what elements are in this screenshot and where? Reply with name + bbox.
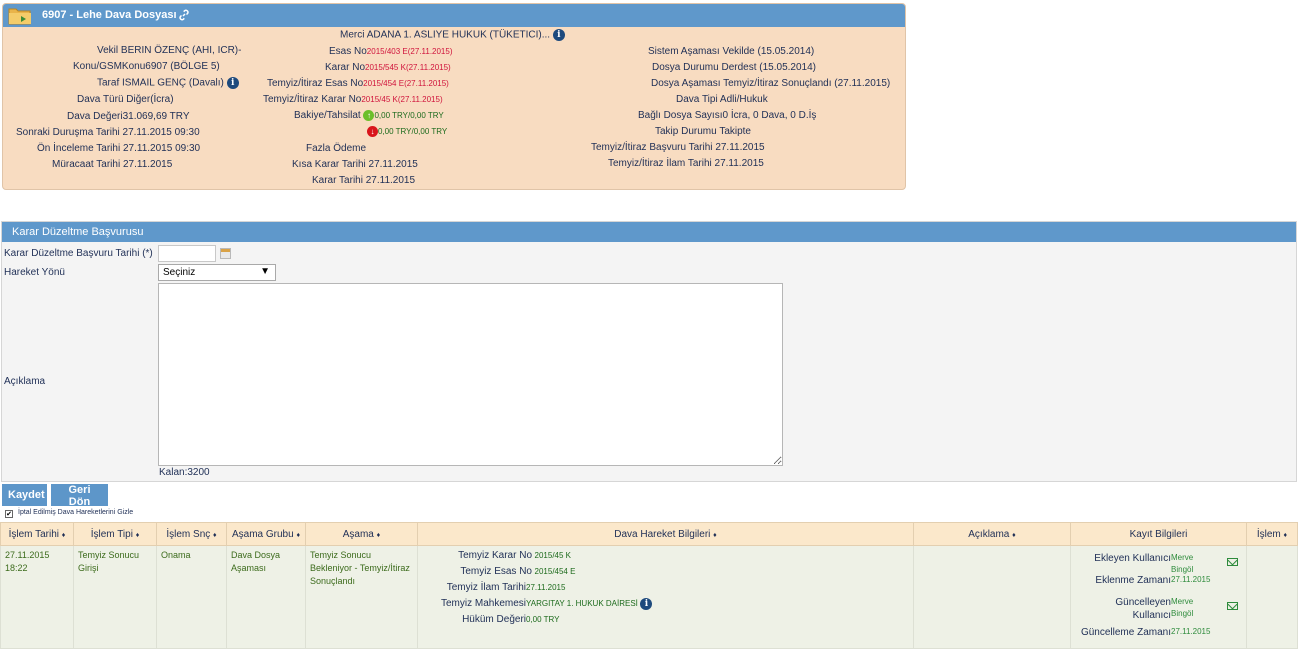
kayit-guncelleyen: Güncelleyen Kullanıcı Merve Bingöl — [1071, 596, 1246, 621]
field-kisa-karar: Kısa Karar Tarihi 27.11.2015 — [292, 159, 418, 170]
mail-icon[interactable] — [1227, 558, 1238, 566]
col-dava-hareket[interactable]: Dava Hareket Bilgileri ♦ — [417, 522, 914, 546]
kayit-ekleyen: Ekleyen Kullanıcı Merve Bingöl — [1071, 552, 1246, 574]
col-asama[interactable]: Aşama ♦ — [305, 522, 418, 546]
hide-cancelled-checkbox[interactable]: ✔ — [5, 510, 13, 518]
field-dava-turu: Dava Türü Diğer(İcra) — [77, 94, 174, 105]
field-sonraki-durusma: Sonraki Duruşma Tarihi 27.11.2015 09:30 — [16, 127, 200, 138]
hareket-temyiz-ilam: Temyiz İlam Tarihi27.11.2015 — [446, 582, 566, 593]
case-header: 6907 - Lehe Dava Dosyası — [3, 4, 905, 27]
info-icon[interactable]: i — [552, 29, 565, 41]
cell-dava-hareket: Temyiz Karar No 2015/45 K Temyiz Esas No… — [417, 545, 914, 649]
hareket-temyiz-karar: Temyiz Karar No 2015/45 K — [458, 550, 571, 561]
field-temyiz-basvuru: Temyiz/İtiraz Başvuru Tarihi 27.11.2015 — [591, 142, 765, 153]
folder-icon — [8, 8, 31, 25]
hareket-temyiz-esas: Temyiz Esas No 2015/454 E — [460, 566, 576, 577]
kayit-eklenme: Eklenme Zamanı 27.11.2015 — [1095, 575, 1211, 586]
description-textarea[interactable] — [158, 283, 783, 466]
table-row[interactable]: 27.11.2015 18:22 Temyiz Sonucu Girişi On… — [0, 545, 1298, 649]
save-button[interactable]: Kaydet — [2, 484, 47, 506]
field-on-inceleme: Ön İnceleme Tarihi 27.11.2015 09:30 — [37, 143, 201, 154]
cell-asama-grubu: Dava Dosya Aşaması — [226, 545, 306, 649]
field-bagli-dosya: Bağlı Dosya Sayısı0 İcra, 0 Dava, 0 D.İş — [638, 110, 817, 121]
cell-asama: Temyiz Sonucu Bekleniyor - Temyiz/İtiraz… — [305, 545, 418, 649]
col-islem-snc[interactable]: İşlem Snç ♦ — [156, 522, 227, 546]
col-islem[interactable]: İşlem ♦ — [1246, 522, 1298, 546]
direction-select[interactable]: Seçiniz ▼ — [158, 264, 276, 281]
cell-islem-snc: Onama — [156, 545, 227, 649]
field-dosya-asamasi: Dosya Aşaması Temyiz/İtiraz Sonuçlandı (… — [651, 78, 891, 89]
kayit-guncelleme: Güncelleme Zamanı 27.11.2015 — [1080, 627, 1211, 638]
field-dava-degeri: Dava Değeri31.069,69 TRY — [67, 111, 190, 122]
col-aciklama[interactable]: Açıklama ♦ — [913, 522, 1071, 546]
field-dava-tipi: Dava Tipi Adli/Hukuk — [676, 94, 768, 105]
date-input[interactable] — [158, 245, 216, 262]
field-temyiz-ilam: Temyiz/İtiraz İlam Tarihi 27.11.2015 — [608, 158, 764, 169]
field-dosya-durumu: Dosya Durumu Derdest (15.05.2014) — [652, 62, 816, 73]
col-islem-tarihi[interactable]: İşlem Tarihi ♦ — [0, 522, 74, 546]
field-sistem-asamasi: Sistem Aşaması Vekilde (15.05.2014) — [648, 46, 815, 57]
cell-kayit-bilgileri: Ekleyen Kullanıcı Merve Bingöl Eklenme Z… — [1070, 545, 1247, 649]
form-header: Karar Düzeltme Başvurusu — [2, 222, 1296, 242]
info-icon[interactable]: i — [226, 77, 239, 89]
hareket-hukum-degeri: Hüküm Değeri0,00 TRY — [462, 614, 560, 625]
col-kayit-bilgileri[interactable]: Kayıt Bilgileri — [1070, 522, 1247, 546]
down-arrow-icon: ↓ — [367, 126, 378, 137]
field-takip-durumu: Takip Durumu Takipte — [655, 126, 751, 137]
description-label: Açıklama — [4, 376, 46, 387]
hide-cancelled-label: İptal Edilmiş Dava Hareketlerini Gizle — [18, 509, 134, 516]
mail-icon[interactable] — [1227, 602, 1238, 610]
case-file-panel: 6907 - Lehe Dava Dosyası Vekil BERIN ÖZE… — [2, 3, 906, 190]
cell-islem-tarihi: 27.11.2015 18:22 — [0, 545, 74, 649]
field-bakiye: Bakiye/Tahsilat ↑ 0,00 TRY/0,00 TRY — [294, 110, 444, 122]
field-taraf: Taraf ISMAIL GENÇ (Davalı) i — [97, 77, 239, 89]
col-islem-tipi[interactable]: İşlem Tipi ♦ — [73, 522, 157, 546]
dava-hareket-table: İşlem Tarihi ♦ İşlem Tipi ♦ İşlem Snç ♦ … — [0, 522, 1298, 649]
field-karar-tarihi: Karar Tarihi 27.11.2015 — [312, 175, 416, 186]
col-asama-grubu[interactable]: Aşama Grubu ♦ — [226, 522, 306, 546]
cell-aciklama — [913, 545, 1071, 649]
field-bakiye-2: ↓ 0,00 TRY/0,00 TRY — [367, 126, 447, 137]
field-temyiz-karar: Temyiz/İtiraz Karar No2015/45 K(27.11.20… — [263, 94, 443, 105]
direction-selected: Seçiniz — [163, 267, 196, 278]
case-title: 6907 - Lehe Dava Dosyası — [42, 9, 177, 21]
field-fazla-odeme: Fazla Ödeme — [306, 143, 367, 154]
date-label: Karar Düzeltme Başvuru Tarihi (*) — [4, 248, 153, 259]
back-button[interactable]: Geri Dön — [51, 484, 108, 508]
field-esas-no: Esas No2015/403 E(27.11.2015) — [329, 46, 453, 57]
hareket-temyiz-mahkeme: Temyiz MahkemesiYARGITAY 1. HUKUK DAİRES… — [438, 597, 909, 613]
field-vekil: Vekil BERIN ÖZENÇ (AHI, ICR)- — [97, 45, 242, 56]
field-konu: Konu/GSMKonu6907 (BÖLGE 5) — [73, 61, 220, 72]
direction-label: Hareket Yönü — [4, 267, 65, 278]
up-arrow-icon: ↑ — [363, 110, 375, 121]
remaining-chars: Kalan:3200 — [159, 467, 210, 478]
info-icon[interactable]: i — [640, 597, 653, 610]
form-title: Karar Düzeltme Başvurusu — [12, 226, 144, 238]
field-temyiz-esas: Temyiz/İtiraz Esas No2015/454 E(27.11.20… — [267, 78, 449, 89]
link-icon[interactable] — [178, 9, 190, 21]
cell-islem — [1246, 545, 1298, 649]
field-muracaat: Müracaat Tarihi 27.11.2015 — [52, 159, 173, 170]
chevron-down-icon: ▼ — [260, 266, 270, 277]
table-header-row: İşlem Tarihi ♦ İşlem Tipi ♦ İşlem Snç ♦ … — [0, 522, 1298, 546]
field-merci: Merci ADANA 1. ASLIYE HUKUK (TÜKETICI)..… — [340, 29, 565, 41]
field-karar-no: Karar No2015/545 K(27.11.2015) — [325, 62, 451, 73]
calendar-icon[interactable] — [220, 248, 231, 259]
cell-islem-tipi: Temyiz Sonucu Girişi — [73, 545, 157, 649]
karar-duzeltme-panel: Karar Düzeltme Başvurusu Karar Düzeltme … — [1, 221, 1297, 482]
